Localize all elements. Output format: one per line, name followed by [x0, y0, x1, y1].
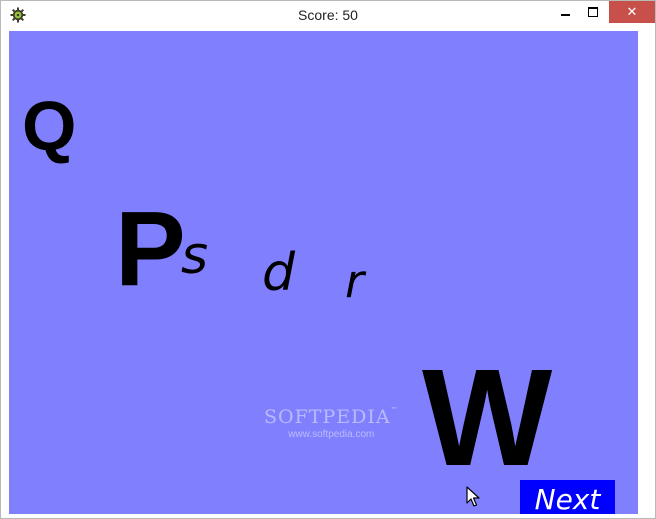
softpedia-watermark: SOFTPEDIA™ www.softpedia.com	[264, 406, 399, 440]
letter-q[interactable]: Q	[22, 91, 76, 161]
watermark-brand-row: SOFTPEDIA™	[264, 406, 399, 428]
minimize-icon	[560, 14, 570, 16]
watermark-brand: SOFTPEDIA	[264, 406, 391, 428]
next-button[interactable]: Next	[520, 480, 615, 514]
game-canvas[interactable]: Q P s d r W SOFTPEDIA™ www.softpedia.com…	[9, 31, 638, 514]
letter-r[interactable]: r	[345, 258, 364, 304]
mouse-pointer-icon	[466, 486, 480, 508]
letter-d[interactable]: d	[262, 247, 295, 299]
maximize-button[interactable]	[579, 1, 607, 23]
game-window: Score: 50 ✕ Q P s d r W SOFTPEDIA™ www.s…	[0, 0, 656, 519]
maximize-icon	[588, 7, 598, 17]
letter-s[interactable]: s	[181, 230, 208, 282]
letter-w[interactable]: W	[422, 349, 552, 487]
title-bar[interactable]: Score: 50 ✕	[1, 1, 655, 31]
close-button[interactable]: ✕	[609, 1, 655, 23]
close-icon: ✕	[626, 4, 638, 20]
minimize-button[interactable]	[551, 1, 579, 23]
watermark-url: www.softpedia.com	[288, 429, 375, 440]
watermark-trademark: ™	[390, 406, 399, 414]
letter-p[interactable]: P	[115, 196, 186, 302]
